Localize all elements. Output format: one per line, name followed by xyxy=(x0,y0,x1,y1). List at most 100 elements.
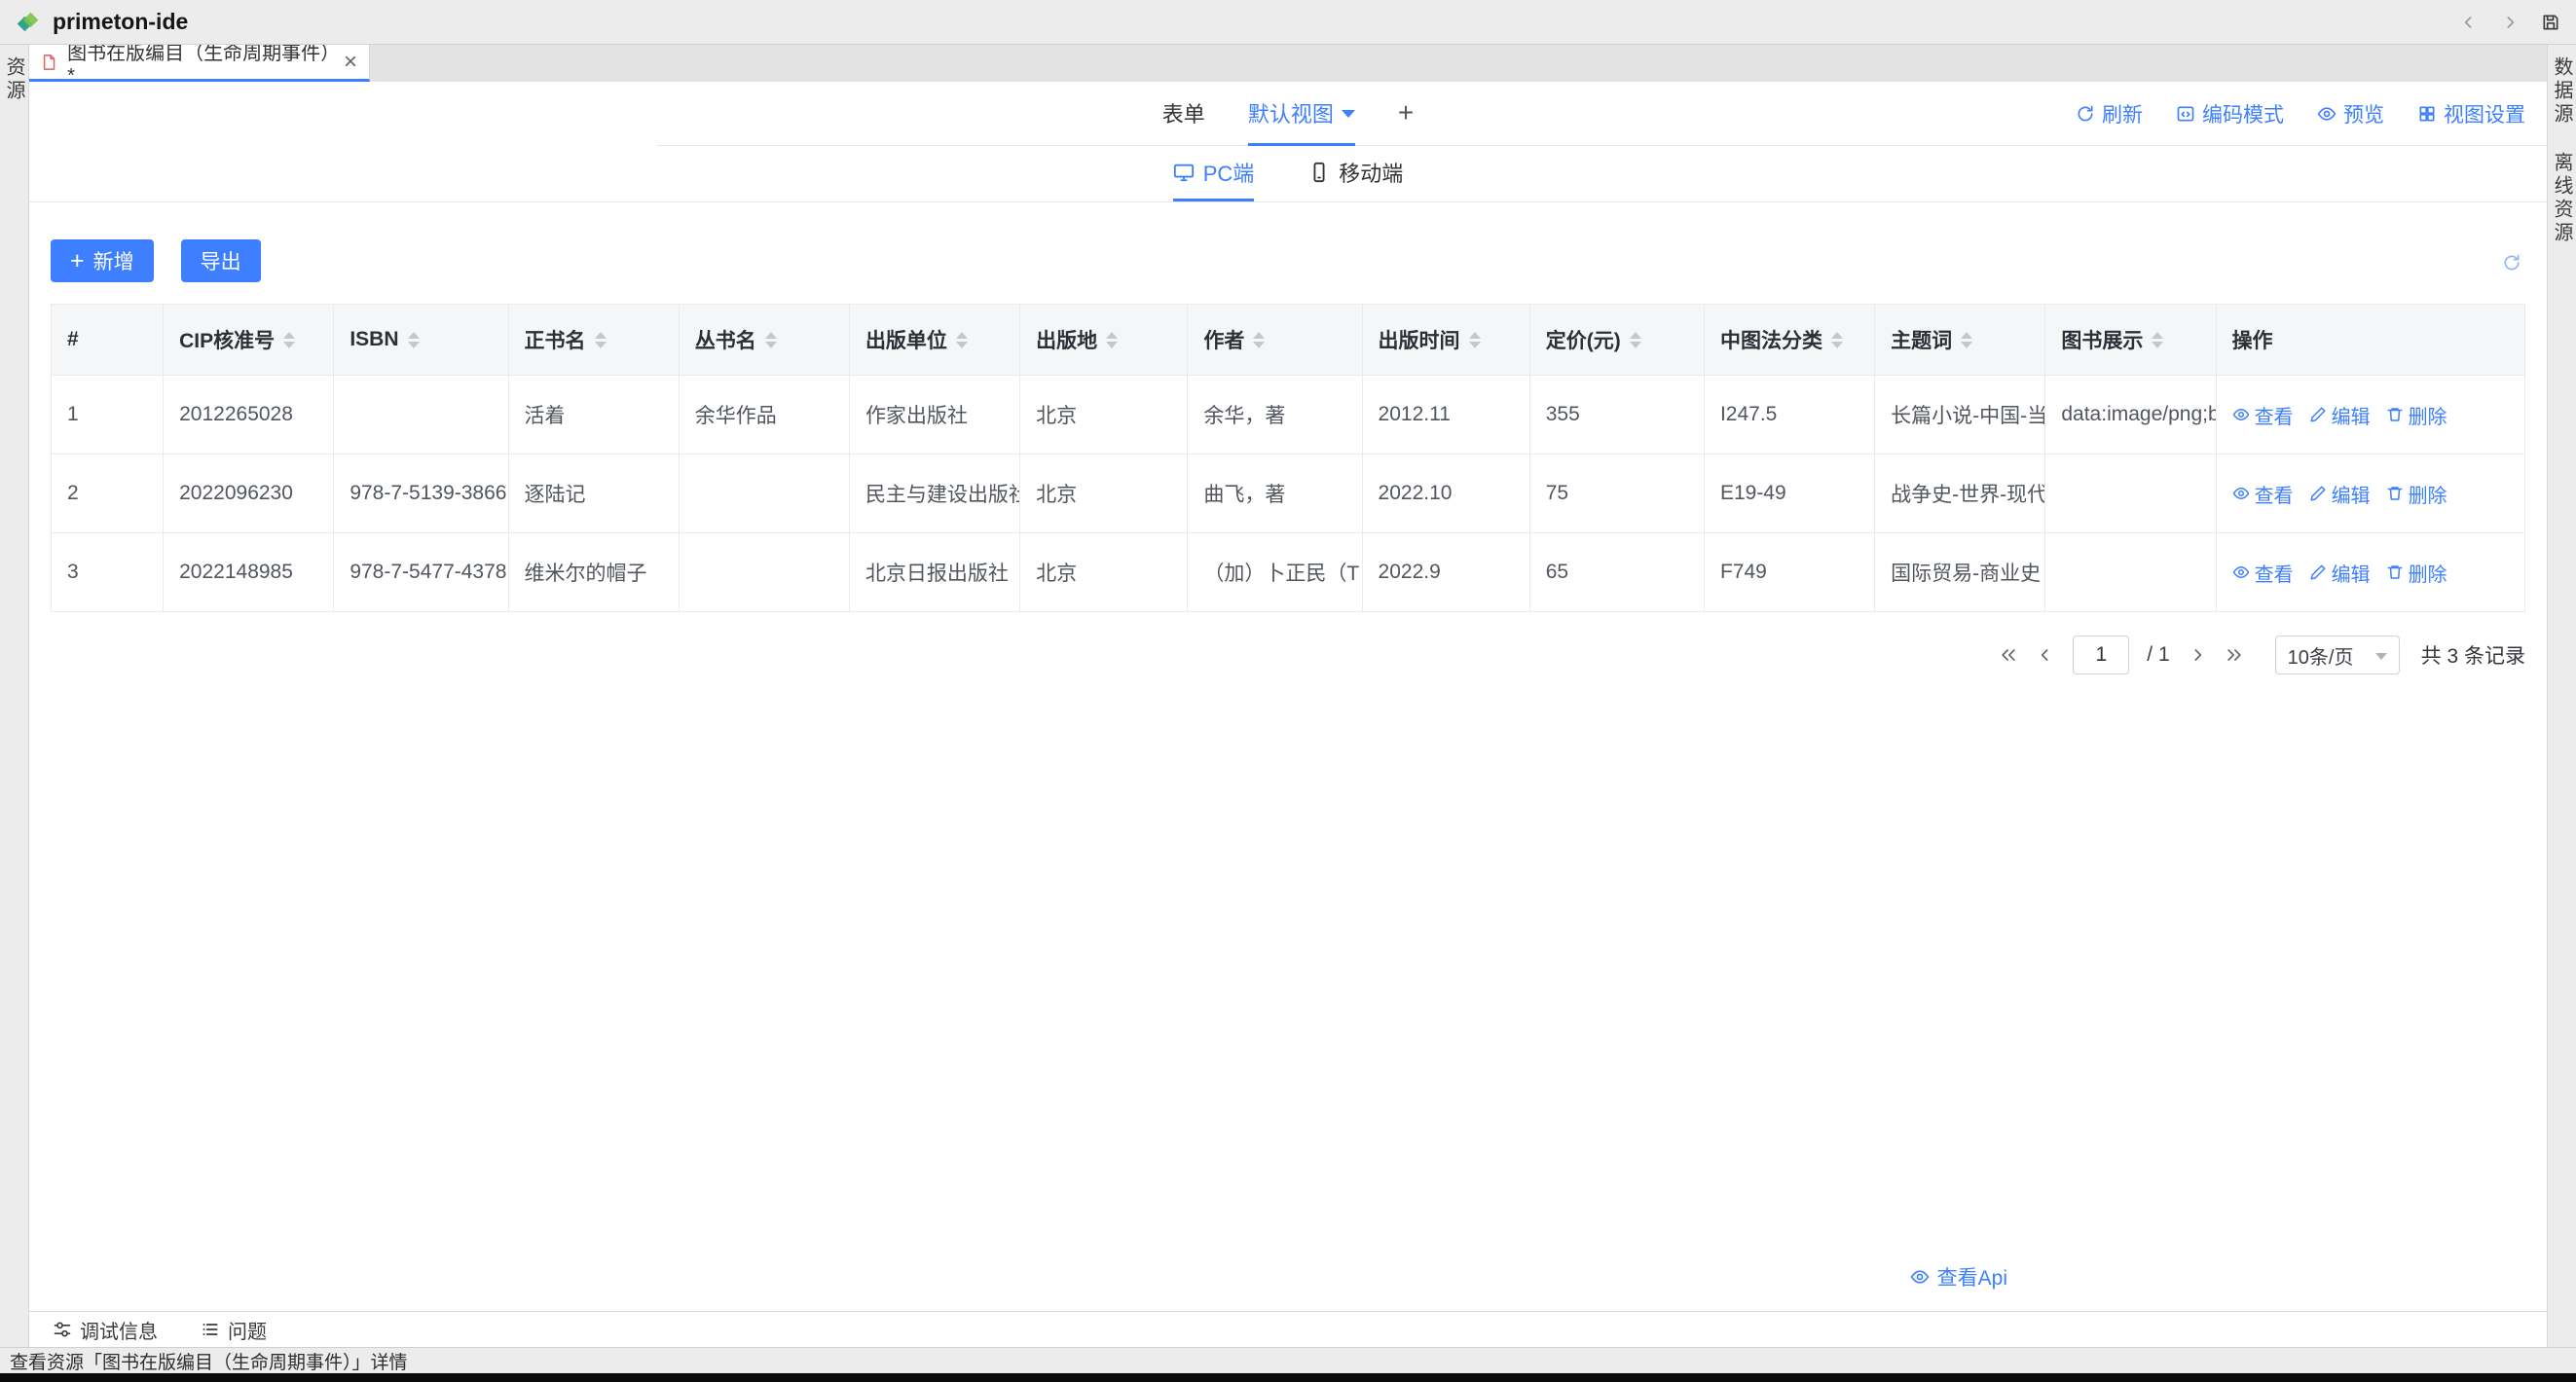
delete-row-button[interactable]: 删除 xyxy=(2386,480,2447,508)
view-content: + 新增 导出 # xyxy=(29,202,2547,1311)
edit-row-button[interactable]: 编辑 xyxy=(2309,559,2371,587)
chevron-left-icon xyxy=(2459,13,2479,32)
sort-icon[interactable] xyxy=(956,332,968,348)
edit-row-button[interactable]: 编辑 xyxy=(2309,480,2371,508)
first-page-button[interactable] xyxy=(1999,645,2018,665)
cell-place: 北京 xyxy=(1020,376,1188,455)
pencil-icon xyxy=(2309,564,2327,581)
view-api-button[interactable]: 查看Api xyxy=(1910,1262,2007,1291)
sort-icon[interactable] xyxy=(1106,332,1118,348)
titlebar: primeton-ide xyxy=(0,0,2576,45)
main-area: 图书在版编目（生命周期事件）* × 表单 默认视图 + xyxy=(29,45,2547,1347)
sort-icon[interactable] xyxy=(1961,332,1972,348)
sort-icon[interactable] xyxy=(408,332,420,348)
export-button[interactable]: 导出 xyxy=(181,239,261,282)
sort-icon[interactable] xyxy=(1630,332,1641,348)
col-header-isbn[interactable]: ISBN xyxy=(334,305,508,376)
cell-price: 75 xyxy=(1529,455,1704,533)
delete-row-button[interactable]: 删除 xyxy=(2386,401,2447,429)
last-page-button[interactable] xyxy=(2225,645,2244,665)
right-rail: 数据源 离线资源 xyxy=(2547,45,2576,1347)
col-header-display[interactable]: 图书展示 xyxy=(2045,305,2216,376)
col-header-subject[interactable]: 主题词 xyxy=(1875,305,2045,376)
cell-subject: 长篇小说-中国-当 xyxy=(1875,376,2045,455)
document-tab-strip: 图书在版编目（生命周期事件）* × xyxy=(29,45,2547,82)
table-refresh-button[interactable] xyxy=(2502,253,2521,273)
tab-default-view[interactable]: 默认视图 xyxy=(1248,82,1355,146)
cell-subject: 国际贸易-商业史 xyxy=(1875,533,2045,612)
phone-icon xyxy=(1308,162,1330,183)
close-icon[interactable]: × xyxy=(344,51,357,74)
rail-item-resources[interactable]: 资源 xyxy=(0,56,28,103)
cell-pubdate: 2022.10 xyxy=(1362,455,1529,533)
trash-icon xyxy=(2386,564,2404,581)
sort-icon[interactable] xyxy=(1253,332,1265,348)
page-number-input[interactable] xyxy=(2073,636,2129,674)
tab-mobile[interactable]: 移动端 xyxy=(1308,146,1403,201)
chevron-down-icon xyxy=(1342,110,1355,118)
col-header-cip[interactable]: CIP核准号 xyxy=(164,305,334,376)
rail-item-datasource[interactable]: 数据源 xyxy=(2548,56,2576,127)
view-row-button[interactable]: 查看 xyxy=(2232,480,2294,508)
cell-clc: F749 xyxy=(1704,533,1874,612)
problems-tab[interactable]: 问题 xyxy=(201,1316,267,1344)
cell-title: 维米尔的帽子 xyxy=(508,533,679,612)
preview-button[interactable]: 预览 xyxy=(2317,99,2384,128)
page-size-select[interactable]: 10条/页 xyxy=(2275,636,2400,674)
cell-title: 逐陆记 xyxy=(508,455,679,533)
next-page-button[interactable] xyxy=(2188,645,2207,665)
nav-forward-button[interactable] xyxy=(2500,13,2520,32)
rail-item-offline-resources[interactable]: 离线资源 xyxy=(2548,152,2576,245)
pencil-icon xyxy=(2309,485,2327,502)
cell-author: （加）卜正民（T xyxy=(1188,533,1362,612)
nav-back-button[interactable] xyxy=(2459,13,2479,32)
monitor-icon xyxy=(1173,162,1195,183)
col-header-author[interactable]: 作者 xyxy=(1188,305,1362,376)
page-count-label: / 1 xyxy=(2147,643,2169,667)
sort-icon[interactable] xyxy=(765,332,777,348)
cell-display xyxy=(2045,455,2216,533)
col-header-title[interactable]: 正书名 xyxy=(508,305,679,376)
col-header-price[interactable]: 定价(元) xyxy=(1529,305,1704,376)
cell-clc: E19-49 xyxy=(1704,455,1874,533)
tune-icon xyxy=(53,1320,72,1339)
cell-pubdate: 2022.9 xyxy=(1362,533,1529,612)
view-settings-button[interactable]: 视图设置 xyxy=(2417,99,2525,128)
tab-pc[interactable]: PC端 xyxy=(1173,146,1255,201)
sort-icon[interactable] xyxy=(283,332,295,348)
delete-row-button[interactable]: 删除 xyxy=(2386,559,2447,587)
add-view-button[interactable]: + xyxy=(1398,82,1414,146)
eye-icon xyxy=(2232,564,2250,581)
col-header-pubdate[interactable]: 出版时间 xyxy=(1362,305,1529,376)
tab-form[interactable]: 表单 xyxy=(1162,82,1205,146)
col-header-series[interactable]: 丛书名 xyxy=(679,305,849,376)
edit-row-button[interactable]: 编辑 xyxy=(2309,401,2371,429)
col-header-publisher[interactable]: 出版单位 xyxy=(849,305,1019,376)
cell-publisher: 北京日报出版社 xyxy=(849,533,1019,612)
sort-icon[interactable] xyxy=(595,332,607,348)
refresh-icon xyxy=(2076,104,2095,124)
cell-pubdate: 2012.11 xyxy=(1362,376,1529,455)
sort-icon[interactable] xyxy=(1831,332,1843,348)
debug-info-tab[interactable]: 调试信息 xyxy=(53,1316,158,1344)
col-header-clc[interactable]: 中图法分类 xyxy=(1704,305,1874,376)
table-header-row: # CIP核准号 ISBN 正书名 丛书名 出版单位 出版地 作者 出版时间 定… xyxy=(52,305,2525,376)
view-row-button[interactable]: 查看 xyxy=(2232,401,2294,429)
sort-icon[interactable] xyxy=(1469,332,1481,348)
cell-place: 北京 xyxy=(1020,455,1188,533)
col-header-place[interactable]: 出版地 xyxy=(1020,305,1188,376)
cell-display: data:image/png;b xyxy=(2045,376,2216,455)
view-row-button[interactable]: 查看 xyxy=(2232,559,2294,587)
eye-icon xyxy=(1910,1267,1930,1287)
save-button[interactable] xyxy=(2541,13,2560,32)
add-button[interactable]: + 新增 xyxy=(51,239,154,282)
window-bottom-edge xyxy=(0,1373,2576,1382)
code-mode-button[interactable]: 编码模式 xyxy=(2176,99,2284,128)
pagination: / 1 10条/页 共 3 条记录 xyxy=(51,636,2525,674)
tab-book-cip-editor[interactable]: 图书在版编目（生命周期事件）* × xyxy=(29,45,370,82)
sort-icon[interactable] xyxy=(2152,332,2163,348)
cell-cip: 2022096230 xyxy=(164,455,334,533)
code-mode-icon xyxy=(2176,104,2195,124)
prev-page-button[interactable] xyxy=(2036,645,2055,665)
refresh-button[interactable]: 刷新 xyxy=(2076,99,2143,128)
